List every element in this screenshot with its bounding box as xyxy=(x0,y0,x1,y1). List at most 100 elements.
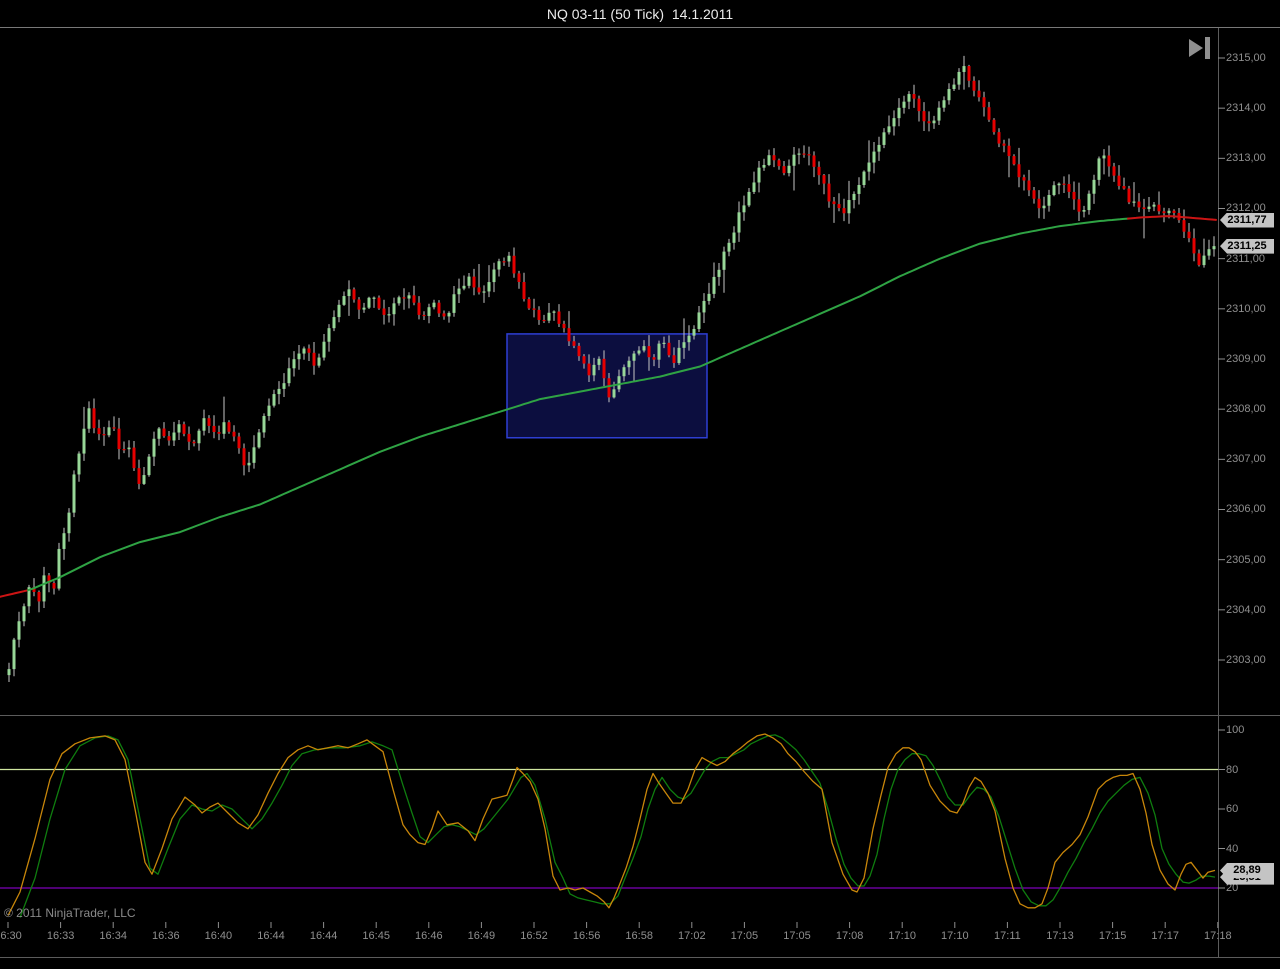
candle xyxy=(877,144,881,152)
time-tick-label: 16:46 xyxy=(415,930,443,942)
candle xyxy=(1157,204,1161,212)
candle xyxy=(742,205,746,213)
candle xyxy=(7,669,11,676)
candle xyxy=(987,107,991,120)
candle xyxy=(727,242,731,252)
candle xyxy=(257,432,261,448)
candle xyxy=(77,453,81,475)
oscillator-tick-label: 80 xyxy=(1226,763,1239,776)
candle xyxy=(827,183,831,202)
candle xyxy=(1122,186,1126,189)
candle xyxy=(462,285,466,289)
candle xyxy=(1152,204,1156,207)
ninjatrader-chart-window: NQ 03-11 (50 Tick) 14.1.2011 2315,00 2314… xyxy=(0,0,1280,969)
candle xyxy=(1012,156,1016,165)
candle xyxy=(502,261,506,263)
chart-canvas[interactable] xyxy=(0,0,1280,969)
time-tick-label: 16:40 xyxy=(204,930,233,942)
candle xyxy=(992,119,996,133)
candle xyxy=(892,118,896,127)
candle xyxy=(37,592,41,602)
copyright-label: © 2011 NinjaTrader, LLC xyxy=(4,906,136,920)
candle xyxy=(882,132,886,145)
go-to-end-icon[interactable] xyxy=(1189,37,1215,59)
candle xyxy=(1162,211,1166,214)
candle xyxy=(247,462,251,466)
candle xyxy=(157,428,161,439)
candle xyxy=(82,428,86,454)
candle xyxy=(512,255,516,274)
candle xyxy=(1112,166,1116,176)
candle xyxy=(487,282,491,292)
candle xyxy=(22,606,26,622)
candle xyxy=(1067,184,1071,192)
time-tick-label: 17:02 xyxy=(678,930,706,942)
candle xyxy=(647,346,651,358)
candle xyxy=(857,185,861,194)
candle xyxy=(1192,238,1196,254)
candle xyxy=(377,297,381,309)
go-to-end-triangle xyxy=(1189,39,1203,57)
candle xyxy=(212,425,216,432)
time-tick-label: 16:30 xyxy=(0,930,22,942)
candle xyxy=(112,427,116,429)
candle xyxy=(702,300,706,313)
candle xyxy=(932,120,936,124)
candle xyxy=(682,342,686,348)
candle xyxy=(572,341,576,346)
candle xyxy=(887,126,891,133)
candle xyxy=(347,289,351,297)
candle xyxy=(1027,180,1031,191)
time-tick-label: 17:10 xyxy=(941,930,969,942)
candle xyxy=(332,317,336,329)
candle xyxy=(732,232,736,243)
candle xyxy=(967,66,971,81)
oscillator-badge: 28,89 xyxy=(1220,862,1274,878)
candle xyxy=(652,357,656,360)
candle xyxy=(852,193,856,201)
candle xyxy=(292,359,296,369)
candle xyxy=(1042,205,1046,209)
candle xyxy=(427,307,431,316)
candle xyxy=(847,200,851,214)
candle xyxy=(722,251,726,270)
candle xyxy=(542,319,546,322)
price-tick-label: 2315,00 xyxy=(1226,52,1266,64)
candle xyxy=(662,342,666,344)
candle xyxy=(1007,145,1011,157)
price-tick-label: 2308,00 xyxy=(1226,403,1266,416)
candle xyxy=(122,449,126,451)
candle xyxy=(492,269,496,283)
candle xyxy=(1002,143,1006,146)
candle xyxy=(797,153,801,155)
candle xyxy=(637,350,641,354)
candle xyxy=(587,363,591,376)
candle xyxy=(137,468,141,484)
price-badge: 2311,77 xyxy=(1220,212,1274,228)
candle xyxy=(242,448,246,466)
candle xyxy=(817,166,821,176)
candle xyxy=(767,155,771,165)
candle xyxy=(87,408,91,429)
candle xyxy=(627,360,631,368)
candle xyxy=(317,357,321,366)
candle xyxy=(102,434,106,436)
candle xyxy=(952,84,956,89)
candle xyxy=(622,367,626,377)
candle xyxy=(277,388,281,395)
candle xyxy=(1102,155,1106,159)
candle xyxy=(777,160,781,167)
candle xyxy=(187,433,191,442)
candle xyxy=(1212,246,1216,250)
candle xyxy=(167,436,171,441)
candle xyxy=(692,328,696,336)
candle xyxy=(922,111,926,122)
candle xyxy=(862,171,866,186)
candle xyxy=(597,358,601,365)
price-tick-label: 2310,00 xyxy=(1226,302,1266,315)
candle xyxy=(352,289,356,300)
candle xyxy=(477,287,481,293)
candle xyxy=(527,299,531,309)
candle xyxy=(467,276,471,286)
candle xyxy=(42,575,46,602)
